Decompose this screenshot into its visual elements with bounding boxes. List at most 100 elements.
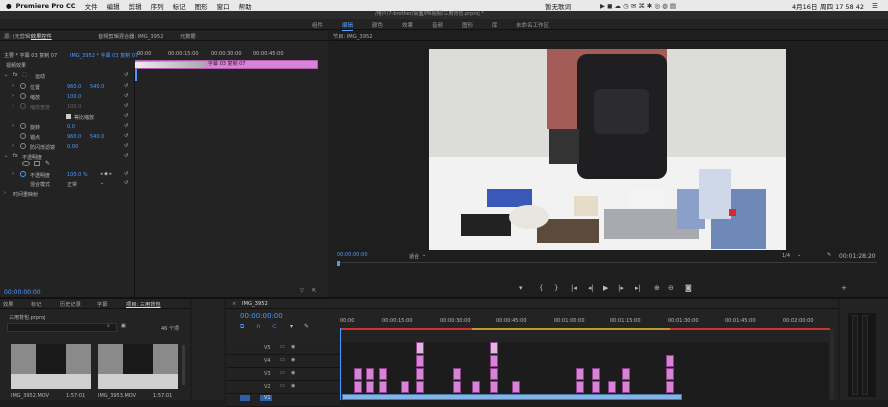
- chevron-right-icon[interactable]: ›: [12, 83, 14, 89]
- wrench-icon[interactable]: ✎: [827, 252, 831, 258]
- reset-opacity-icon[interactable]: ↺: [124, 153, 128, 159]
- tab-audio-mixer[interactable]: 音频剪辑混合器: IMG_3952: [98, 33, 164, 40]
- param-position-y[interactable]: 540.0: [90, 84, 104, 90]
- step-back-icon[interactable]: ◂|: [588, 284, 594, 292]
- clip-v2[interactable]: [576, 381, 584, 393]
- workspace-editing[interactable]: 编辑: [342, 21, 354, 31]
- tab-captions[interactable]: 字幕: [97, 301, 107, 308]
- play-icon[interactable]: ▶: [603, 284, 608, 292]
- go-to-in-icon[interactable]: |◂: [571, 284, 577, 292]
- blend-mode-select[interactable]: 正常: [67, 181, 77, 188]
- program-scrubber[interactable]: [337, 262, 877, 268]
- clip-sequence[interactable]: IMG_3952 * 字幕 03 复制 07: [70, 52, 138, 59]
- chevron-down-icon[interactable]: ⌄: [4, 72, 8, 78]
- tab-metadata[interactable]: 元数据: [180, 33, 196, 40]
- marker-icon[interactable]: ▾: [519, 284, 523, 292]
- param-anchor-y[interactable]: 540.0: [90, 134, 104, 140]
- extract-icon[interactable]: ⊖: [668, 284, 674, 292]
- param-anchor-x[interactable]: 960.0: [67, 134, 81, 140]
- project-item-1-name[interactable]: IMG_3952.MOV: [11, 393, 49, 399]
- track-v2[interactable]: V2 ▭ ◉: [226, 381, 340, 394]
- clip-v2[interactable]: [608, 381, 616, 393]
- tab-effects[interactable]: 效果: [3, 301, 13, 308]
- clip-v2[interactable]: [472, 381, 480, 393]
- clip-v3[interactable]: [379, 368, 387, 380]
- reset-rotation-icon[interactable]: ↺: [124, 123, 128, 129]
- timeline-ruler[interactable]: 00:00 00:00:15:00 00:00:30:00 00:00:45:0…: [340, 313, 830, 331]
- menu-sequence[interactable]: 序列: [151, 1, 164, 11]
- eye-icon[interactable]: ◉: [291, 357, 295, 363]
- reset-opacity-value-icon[interactable]: ↺: [124, 171, 128, 177]
- clip-v3[interactable]: [576, 368, 584, 380]
- clip-v2[interactable]: [354, 381, 362, 393]
- stopwatch-icon[interactable]: [20, 143, 26, 149]
- project-search-input[interactable]: [7, 323, 117, 332]
- playhead-marker[interactable]: [135, 69, 137, 81]
- track-v4[interactable]: V4 ▭ ◉: [226, 355, 340, 368]
- clip-v2[interactable]: [379, 381, 387, 393]
- source-patch-v1[interactable]: [240, 395, 250, 401]
- snap-icon[interactable]: ∩: [256, 323, 260, 330]
- reset-motion-icon[interactable]: ↺: [124, 72, 128, 78]
- stopwatch-icon[interactable]: [20, 133, 26, 139]
- menu-graphics[interactable]: 图形: [195, 1, 208, 11]
- param-scale-value[interactable]: 100.0: [67, 94, 81, 100]
- reset-anchor-icon[interactable]: ↺: [124, 133, 128, 139]
- clip-v5[interactable]: [490, 342, 498, 354]
- clip-v1[interactable]: [342, 394, 682, 400]
- add-button-icon[interactable]: +: [841, 284, 847, 292]
- fit-select[interactable]: 适合: [409, 253, 419, 260]
- clip-v2[interactable]: [416, 381, 424, 393]
- stopwatch-icon[interactable]: [20, 93, 26, 99]
- workspace-graphics[interactable]: 图形: [462, 21, 473, 29]
- clip-v4[interactable]: [666, 355, 674, 367]
- marker-icon[interactable]: ▾: [290, 323, 293, 330]
- track-v1[interactable]: V1: [226, 394, 340, 407]
- toggle-sync-icon[interactable]: ▭: [280, 357, 285, 363]
- menu-marker[interactable]: 标记: [173, 1, 186, 11]
- tab-effect-controls[interactable]: 效果控件: [31, 33, 52, 40]
- chevron-right-icon[interactable]: ›: [12, 103, 14, 109]
- chevron-down-icon[interactable]: ⌄: [422, 252, 426, 258]
- app-menu[interactable]: Premiere Pro CC: [16, 2, 76, 10]
- mark-out-icon[interactable]: }: [554, 284, 558, 292]
- workspace-libraries[interactable]: 库: [492, 21, 498, 29]
- clip-v3[interactable]: [366, 368, 374, 380]
- chevron-right-icon[interactable]: ›: [12, 123, 14, 129]
- clip-v2[interactable]: [401, 381, 409, 393]
- menu-help[interactable]: 帮助: [239, 1, 252, 11]
- nest-icon[interactable]: ⧉: [240, 323, 244, 331]
- effect-timecode[interactable]: 00:00:00:00: [4, 289, 41, 296]
- param-antiflicker-value[interactable]: 0.00: [67, 144, 78, 150]
- clip-v4[interactable]: [490, 355, 498, 367]
- linked-icon[interactable]: ⊂: [272, 323, 277, 330]
- search-icon[interactable]: ⌕: [107, 323, 110, 329]
- uniform-scale-checkbox[interactable]: [66, 114, 71, 119]
- project-item-2-name[interactable]: IMG_3953.MOV: [98, 393, 136, 399]
- workspace-effects[interactable]: 效果: [402, 21, 413, 29]
- camera-icon[interactable]: ◙: [685, 284, 692, 292]
- clip-v2[interactable]: [490, 381, 498, 393]
- go-to-out-icon[interactable]: ▸|: [635, 284, 641, 292]
- reset-antiflicker-icon[interactable]: ↺: [124, 143, 128, 149]
- chevron-right-icon[interactable]: ›: [12, 171, 14, 177]
- workspace-audio[interactable]: 音频: [432, 21, 443, 29]
- clip-v5[interactable]: [416, 342, 424, 354]
- project-thumb-2[interactable]: [98, 344, 178, 389]
- stopwatch-icon[interactable]: [20, 103, 26, 109]
- wrench-icon[interactable]: ✎: [304, 323, 309, 330]
- param-scale-width-value[interactable]: 100.0: [67, 104, 81, 110]
- menu-edit[interactable]: 编辑: [107, 1, 120, 11]
- close-icon[interactable]: ×: [232, 301, 236, 307]
- eye-icon[interactable]: ◉: [291, 344, 295, 350]
- project-thumb-1[interactable]: [11, 344, 91, 389]
- timeline-timecode[interactable]: 00:00:00:00: [240, 312, 283, 320]
- clip-v2[interactable]: [592, 381, 600, 393]
- ellipse-mask-icon[interactable]: [22, 161, 30, 166]
- clip-v2[interactable]: [453, 381, 461, 393]
- menu-window[interactable]: 窗口: [217, 1, 230, 11]
- stopwatch-icon[interactable]: [20, 123, 26, 129]
- reset-scale-width-icon[interactable]: ↺: [124, 103, 128, 109]
- toggle-sync-icon[interactable]: ▭: [280, 383, 285, 389]
- workspace-color[interactable]: 颜色: [372, 21, 383, 29]
